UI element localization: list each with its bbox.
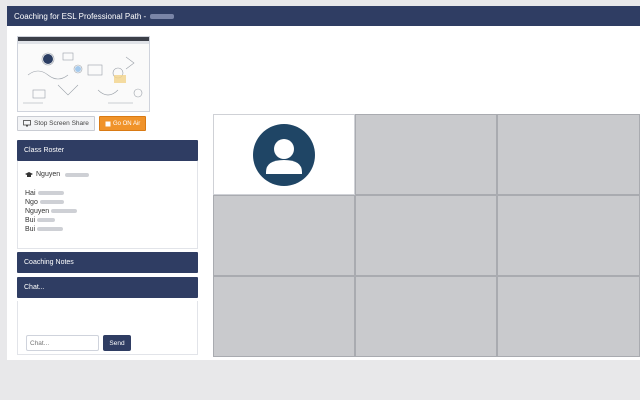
roster-member-name: Bui bbox=[25, 226, 36, 233]
stop-screen-share-button[interactable]: Stop Screen Share bbox=[17, 116, 95, 131]
class-roster-body: Nguyen Hai Ngo Nguyen Bui Bui bbox=[17, 161, 198, 249]
video-tile-empty[interactable] bbox=[355, 114, 497, 195]
roster-host-name: Nguyen bbox=[36, 171, 61, 178]
go-on-air-label: Go ON Air bbox=[112, 120, 141, 127]
graduation-cap-icon bbox=[25, 171, 33, 177]
go-on-air-button[interactable]: Go ON Air bbox=[98, 116, 147, 131]
screen-share-preview bbox=[17, 36, 150, 112]
video-tile-empty[interactable] bbox=[497, 195, 640, 276]
class-roster-title: Class Roster bbox=[24, 147, 65, 154]
video-tile-empty[interactable] bbox=[497, 114, 640, 195]
video-tile-active[interactable] bbox=[213, 114, 355, 195]
chat-body: Send bbox=[17, 301, 198, 355]
coaching-notes-header[interactable]: Coaching Notes bbox=[17, 252, 198, 273]
roster-member-name: Bui bbox=[25, 217, 36, 224]
redacted-name bbox=[37, 227, 64, 232]
monitor-icon bbox=[23, 120, 31, 127]
video-tile-empty[interactable] bbox=[355, 276, 497, 357]
redacted-name bbox=[65, 172, 90, 177]
roster-member[interactable]: Nguyen bbox=[25, 207, 78, 216]
video-grid bbox=[213, 114, 640, 357]
video-tile-empty[interactable] bbox=[355, 195, 497, 276]
preview-address-bar bbox=[18, 41, 149, 44]
redacted-name bbox=[51, 209, 78, 214]
roster-member[interactable]: Hai bbox=[25, 189, 77, 198]
roster-member-name: Ngo bbox=[25, 199, 38, 206]
roster-host: Nguyen bbox=[25, 171, 90, 178]
screen-share-controls: Stop Screen Share Go ON Air bbox=[17, 116, 147, 131]
title-bar: Coaching for ESL Professional Path - bbox=[7, 6, 640, 26]
video-tile-empty[interactable] bbox=[213, 195, 355, 276]
chat-header[interactable]: Chat... bbox=[17, 277, 198, 298]
video-tile-empty[interactable] bbox=[497, 276, 640, 357]
preview-content-image bbox=[23, 52, 143, 104]
roster-member-name: Hai bbox=[25, 190, 36, 197]
redacted-name bbox=[39, 200, 64, 205]
chat-input[interactable] bbox=[26, 335, 99, 351]
broadcast-icon bbox=[105, 121, 111, 126]
roster-member[interactable]: Ngo bbox=[25, 198, 77, 207]
video-tile-empty[interactable] bbox=[213, 276, 355, 357]
redacted-name bbox=[37, 191, 64, 196]
roster-member[interactable]: Bui bbox=[25, 225, 77, 234]
roster-member-name: Nguyen bbox=[25, 208, 50, 215]
class-roster-header[interactable]: Class Roster bbox=[17, 140, 198, 161]
redacted-title-suffix bbox=[150, 13, 175, 19]
roster-list: Hai Ngo Nguyen Bui Bui bbox=[25, 189, 78, 234]
coaching-notes-title: Coaching Notes bbox=[24, 259, 74, 266]
send-button[interactable]: Send bbox=[103, 335, 131, 351]
stop-screen-share-label: Stop Screen Share bbox=[34, 120, 89, 127]
user-avatar-icon bbox=[253, 123, 315, 186]
page-title: Coaching for ESL Professional Path - bbox=[14, 11, 147, 21]
redacted-name bbox=[37, 218, 56, 223]
roster-member[interactable]: Bui bbox=[25, 216, 77, 225]
chat-title: Chat... bbox=[24, 284, 45, 291]
